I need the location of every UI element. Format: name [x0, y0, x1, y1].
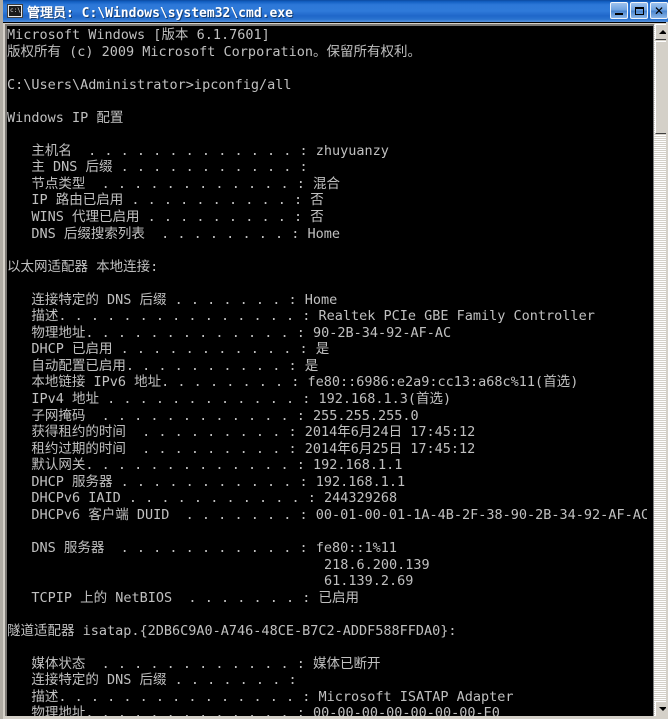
console-line: 版权所有 (c) 2009 Microsoft Corporation。保留所有… [7, 43, 421, 60]
window-title: 管理员: C:\Windows\system32\cmd.exe [27, 5, 293, 21]
console-line: DHCP 服务器 . . . . . . . . . . . : 192.168… [7, 473, 406, 490]
console-line: 本地链接 IPv6 地址. . . . . . . . : fe80::6986… [31, 374, 579, 391]
console-line: 子网掩码 . . . . . . . . . . . . : 255.255.2… [31, 407, 419, 424]
console-line: 连接特定的 DNS 后缀 . . . . . . . : [31, 672, 297, 689]
console-line: 描述. . . . . . . . . . . . . . . : Realte… [31, 308, 595, 325]
console-line: WINS 代理已启用 . . . . . . . . . : 否 [7, 209, 324, 226]
cmd-window: 管理员: C:\Windows\system32\cmd.exe ✕ Micro… [0, 0, 668, 719]
maximize-icon [634, 6, 644, 15]
console-line: 租约过期的时间 . . . . . . . . . : 2014年6月25日 1… [31, 440, 476, 457]
console-line: 获得租约的时间 . . . . . . . . . : 2014年6月24日 1… [31, 424, 476, 441]
console-line: 节点类型 . . . . . . . . . . . . : 混合 [31, 175, 340, 192]
console-line: DNS 后缀搜索列表 . . . . . . . . : Home [7, 225, 340, 242]
console-area: Microsoft Windows [版本 6.1.7601] 版权所有 (c) … [3, 22, 668, 719]
console-line: TCPIP 上的 NetBIOS . . . . . . . : 已启用 [7, 589, 359, 606]
window-controls: ✕ [610, 2, 668, 19]
console-output[interactable]: Microsoft Windows [版本 6.1.7601] 版权所有 (c) … [7, 27, 647, 717]
console-line: IPv4 地址 . . . . . . . . . . . . : 192.16… [7, 391, 452, 408]
console-frame: Microsoft Windows [版本 6.1.7601] 版权所有 (c) … [5, 24, 653, 717]
console-line: DHCPv6 IAID . . . . . . . . . . . : 2443… [7, 490, 398, 507]
console-line: C:\Users\Administrator>ipconfig/all [7, 76, 292, 93]
console-line: 物理地址. . . . . . . . . . . . . : 90-2B-34… [31, 324, 452, 341]
console-line: 以太网适配器 本地连接: [7, 258, 159, 275]
console-line: Microsoft Windows [版本 6.1.7601] [7, 27, 270, 43]
console-line: Windows IP 配置 [7, 109, 124, 126]
minimize-button[interactable] [610, 2, 628, 19]
console-line: 连接特定的 DNS 后缀 . . . . . . . : Home [31, 291, 338, 308]
console-line: 默认网关. . . . . . . . . . . . . : 192.168.… [31, 457, 403, 474]
console-line: IP 路由已启用 . . . . . . . . . . : 否 [7, 192, 324, 209]
console-line: 自动配置已启用. . . . . . . . . . : 是 [31, 357, 319, 374]
title-bar[interactable]: 管理员: C:\Windows\system32\cmd.exe ✕ [3, 0, 668, 22]
close-button[interactable]: ✕ [650, 2, 668, 19]
console-line: 61.139.2.69 [7, 573, 414, 590]
console-line: 描述. . . . . . . . . . . . . . . : Micros… [31, 688, 514, 705]
console-line: 主 DNS 后缀 . . . . . . . . . . . : [31, 159, 308, 176]
minimize-icon [615, 12, 623, 15]
cmd-icon [7, 4, 23, 18]
close-icon: ✕ [653, 3, 665, 18]
console-line: DNS 服务器 . . . . . . . . . . . : fe80::1%… [7, 539, 398, 556]
console-line: DHCPv6 客户端 DUID . . . . . . . : 00-01-00… [7, 506, 647, 523]
console-line: 218.6.200.139 [7, 556, 430, 573]
console-line: 主机名 . . . . . . . . . . . . . : zhuyuanz… [31, 142, 389, 159]
console-line: DHCP 已启用 . . . . . . . . . . . : 是 [7, 341, 330, 358]
maximize-button[interactable] [630, 2, 648, 19]
console-line: 媒体状态 . . . . . . . . . . . . : 媒体已断开 [31, 655, 381, 672]
console-line: 隧道适配器 isatap.{2DB6C9A0-A746-48CE-B7C2-AD… [7, 622, 457, 639]
